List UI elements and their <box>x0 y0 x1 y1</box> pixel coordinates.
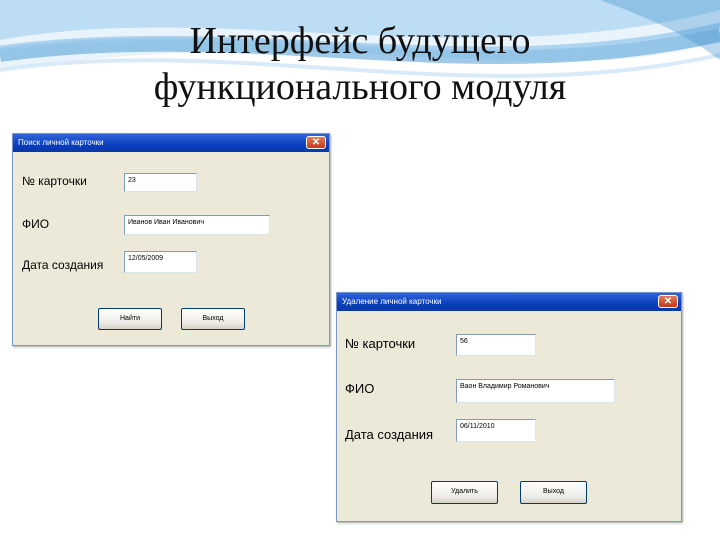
close-icon[interactable]: ✕ <box>658 295 678 308</box>
search-window-titlebar[interactable]: Поиск личной карточки ✕ <box>13 134 329 152</box>
slide-title: Интерфейс будущего функционального модул… <box>0 18 720 110</box>
card-number-input[interactable]: 23 <box>124 173 197 192</box>
search-window-title: Поиск личной карточки <box>18 138 104 147</box>
exit-button[interactable]: Выход <box>520 481 587 504</box>
delete-button[interactable]: Удалить <box>431 481 498 504</box>
fio-label: ФИО <box>22 217 50 231</box>
fio-input[interactable]: Ваон Владимир Романович <box>456 379 615 403</box>
slide-title-line-2: функционального модуля <box>153 66 567 108</box>
created-date-label: Дата создания <box>22 258 104 272</box>
close-icon[interactable]: ✕ <box>306 136 326 149</box>
delete-window-title: Удаление личной карточки <box>342 297 442 306</box>
delete-window-titlebar[interactable]: Удаление личной карточки ✕ <box>337 293 681 311</box>
card-number-label: № карточки <box>22 174 87 188</box>
created-date-input[interactable]: 06/11/2010 <box>456 419 536 442</box>
card-number-input[interactable]: 56 <box>456 334 536 356</box>
find-button[interactable]: Найти <box>98 308 162 330</box>
slide-title-line-1: Интерфейс будущего <box>189 20 531 62</box>
search-card-window: Поиск личной карточки ✕ № карточки 23 ФИ… <box>12 133 330 346</box>
delete-card-window: Удаление личной карточки ✕ № карточки 56… <box>336 292 682 522</box>
created-date-input[interactable]: 12/05/2009 <box>124 251 197 273</box>
fio-input[interactable]: Иванов Иван Иванович <box>124 215 270 235</box>
fio-label: ФИО <box>345 381 375 396</box>
exit-button[interactable]: Выход <box>181 308 245 330</box>
created-date-label: Дата создания <box>345 427 434 442</box>
card-number-label: № карточки <box>345 336 416 351</box>
